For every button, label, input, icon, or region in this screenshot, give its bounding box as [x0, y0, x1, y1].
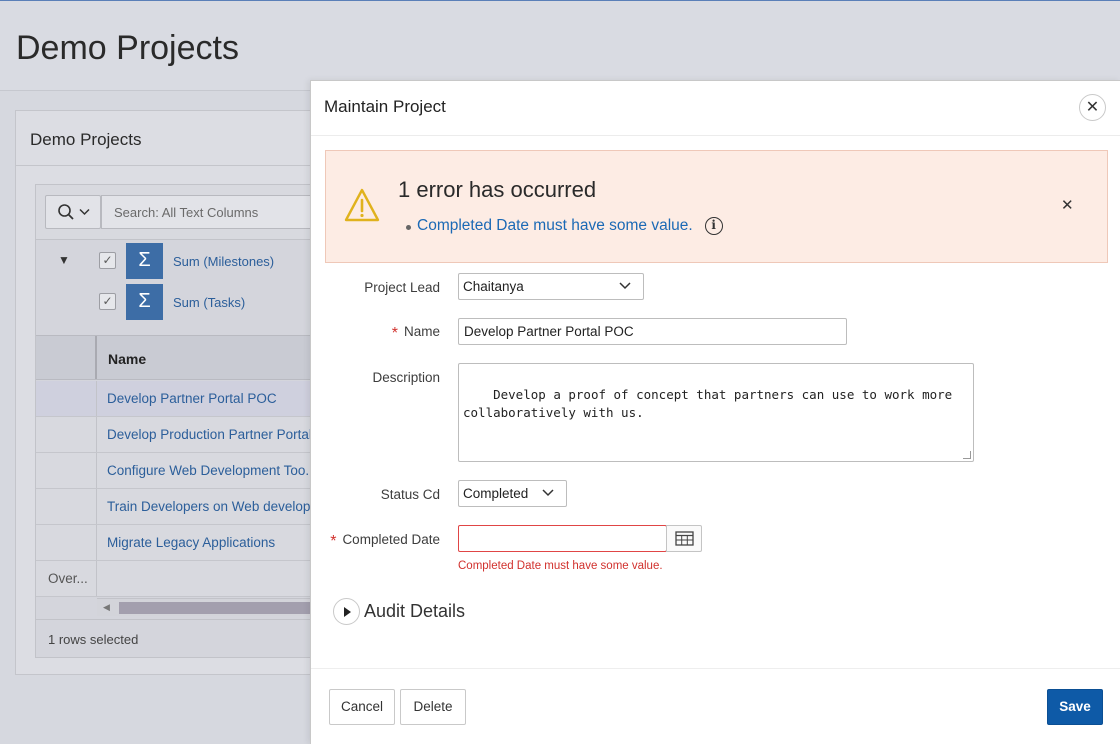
alert-message-item: Completed Date must have some value. i [406, 217, 723, 235]
region-title: Demo Projects [30, 130, 142, 149]
row-name-link[interactable]: Develop Production Partner Portal [107, 427, 312, 442]
name-label: * Name [391, 324, 440, 342]
grid-toolbar: Search: All Text Columns [36, 185, 341, 240]
description-textarea[interactable]: Develop a proof of concept that partners… [458, 363, 974, 462]
cancel-button[interactable]: Cancel [329, 689, 395, 725]
dialog-title: Maintain Project [324, 97, 446, 116]
expand-icon[interactable] [333, 598, 360, 625]
table-row[interactable]: Train Developers on Web develop... [36, 489, 334, 525]
description-label: Description [372, 370, 440, 385]
dialog-header-divider [311, 135, 1120, 136]
checkbox-icon[interactable]: ✓ [99, 252, 116, 269]
audit-details-title[interactable]: Audit Details [364, 601, 465, 622]
status-cd-select[interactable]: Completed [458, 480, 567, 507]
search-icon [57, 204, 74, 220]
caret-down-icon[interactable]: ▼ [58, 253, 70, 267]
table-row[interactable]: Configure Web Development Too... [36, 453, 334, 489]
save-button[interactable]: Save [1047, 689, 1103, 725]
scroll-left-icon[interactable]: ◀ [103, 602, 110, 613]
rows-selected-status: 1 rows selected [48, 632, 139, 647]
row-name-link[interactable]: Develop Partner Portal POC [107, 391, 277, 406]
aggregate-row: ▼ ✓ Σ Sum (Milestones) [36, 241, 334, 281]
aggregate-label[interactable]: Sum (Tasks) [173, 295, 245, 310]
column-header-name[interactable]: Name [108, 351, 146, 367]
selector-column-header [36, 336, 97, 379]
required-indicator: * [330, 533, 337, 550]
table-row[interactable]: Develop Partner Portal POC [36, 381, 334, 417]
maintain-project-dialog: Maintain Project ✕ 1 error has occurred … [310, 80, 1120, 744]
required-indicator: * [391, 325, 398, 342]
interactive-grid: Search: All Text Columns ▼ ✓ Σ Sum (Mile… [35, 184, 341, 659]
chevron-down-icon [78, 208, 90, 216]
row-name-link[interactable]: Configure Web Development Too... [107, 463, 317, 478]
calendar-icon [675, 531, 694, 546]
page-header: Demo Projects [0, 1, 1120, 91]
completed-date-error: Completed Date must have some value. [458, 560, 663, 572]
table-row[interactable]: Migrate Legacy Applications [36, 525, 334, 561]
chevron-down-icon [542, 489, 554, 497]
checkbox-icon[interactable]: ✓ [99, 293, 116, 310]
project-lead-label: Project Lead [364, 280, 440, 295]
calendar-button[interactable] [666, 525, 702, 552]
completed-date-label: * Completed Date [330, 532, 440, 550]
row-name-link[interactable]: Train Developers on Web develop... [107, 499, 322, 514]
name-input[interactable]: Develop Partner Portal POC [458, 318, 847, 345]
alert-title: 1 error has occurred [398, 177, 597, 202]
page-title: Demo Projects [16, 29, 239, 67]
projects-region: Demo Projects Search: All Text Columns ▼… [15, 110, 341, 675]
warning-icon [344, 188, 380, 222]
resize-handle[interactable] [963, 451, 971, 459]
overall-label: Over... [48, 571, 88, 586]
search-column-menu[interactable] [45, 195, 101, 229]
grid-footer: 1 rows selected [36, 619, 334, 659]
close-icon[interactable]: ✕ [1061, 196, 1074, 214]
scrollbar-thumb[interactable] [119, 602, 336, 614]
description-value: Develop a proof of concept that partners… [463, 387, 953, 420]
grid-header: Name [36, 335, 334, 380]
error-alert: 1 error has occurred Completed Date must… [325, 150, 1108, 263]
project-lead-value: Chaitanya [463, 279, 524, 294]
row-name-link[interactable]: Migrate Legacy Applications [107, 535, 275, 550]
aggregate-summary-row: Over... [36, 561, 334, 597]
region-divider [16, 165, 334, 166]
project-lead-select[interactable]: Chaitanya [458, 273, 644, 300]
sigma-icon: Σ [126, 243, 163, 279]
completed-date-input[interactable] [458, 525, 667, 552]
status-cd-value: Completed [463, 486, 529, 501]
dialog-footer-divider [311, 668, 1120, 669]
info-icon[interactable]: i [704, 217, 723, 235]
horizontal-scrollbar[interactable]: ◀ [97, 598, 336, 616]
aggregate-row: ✓ Σ Sum (Tasks) [36, 282, 334, 322]
table-row[interactable]: Develop Production Partner Portal [36, 417, 334, 453]
alert-message-link[interactable]: Completed Date must have some value. [417, 217, 693, 234]
aggregate-label[interactable]: Sum (Milestones) [173, 254, 274, 269]
delete-button[interactable]: Delete [400, 689, 466, 725]
sigma-icon: Σ [126, 284, 163, 320]
status-cd-label: Status Cd [380, 487, 440, 502]
close-icon[interactable]: ✕ [1079, 94, 1106, 121]
search-input[interactable]: Search: All Text Columns [101, 195, 341, 229]
chevron-down-icon [619, 282, 631, 290]
